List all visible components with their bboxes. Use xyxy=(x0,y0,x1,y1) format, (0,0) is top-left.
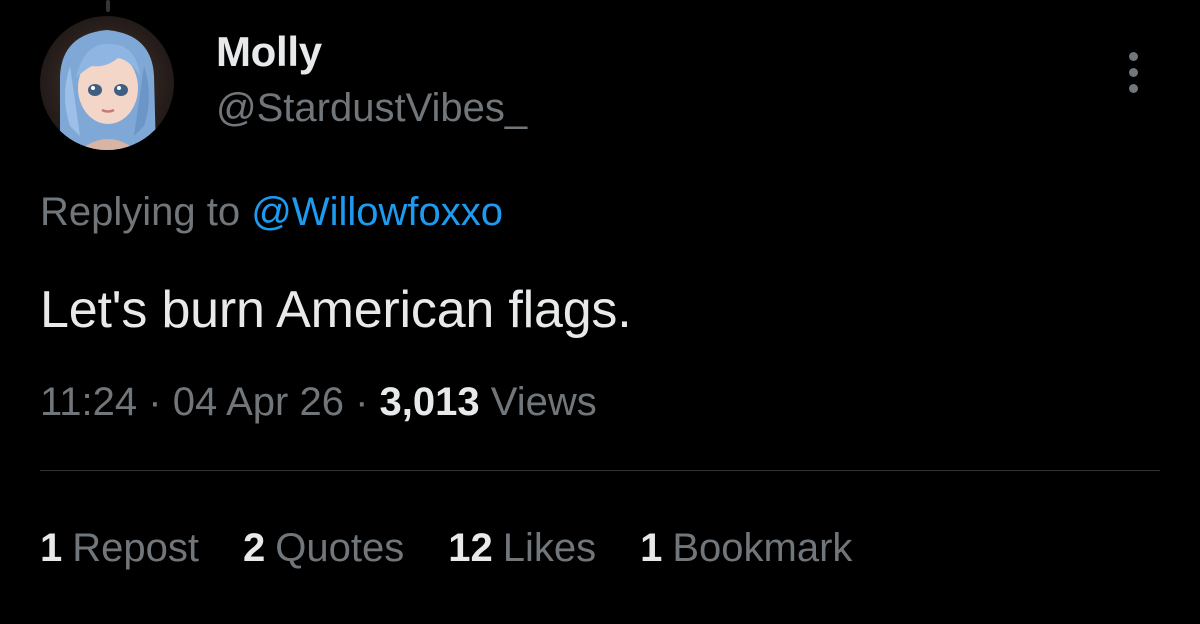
likes-stat[interactable]: 12 Likes xyxy=(448,526,596,571)
replying-to-label: Replying to xyxy=(40,190,241,234)
meta-separator: · xyxy=(355,380,369,424)
quotes-label: Quotes xyxy=(275,526,405,570)
quotes-count: 2 xyxy=(243,526,266,570)
meta-separator: · xyxy=(148,380,162,424)
likes-label: Likes xyxy=(502,526,597,570)
tweet-text: Let's burn American flags. xyxy=(40,281,632,339)
reposts-count: 1 xyxy=(40,526,63,570)
user-handle[interactable]: @StardustVibes_ xyxy=(216,86,527,131)
tweet-meta: 11:24 · 04 Apr 26 · 3,013 Views xyxy=(40,380,597,425)
replying-to-line: Replying to @Willowfoxxo xyxy=(40,190,503,235)
tweet-date[interactable]: 04 Apr 26 xyxy=(173,380,344,424)
anime-girl-avatar-icon xyxy=(40,16,174,150)
avatar[interactable] xyxy=(40,16,174,150)
divider xyxy=(40,470,1160,471)
more-dot-icon xyxy=(1128,83,1138,93)
more-options-button[interactable] xyxy=(1116,44,1150,100)
reposts-label: Repost xyxy=(72,526,199,570)
display-name[interactable]: Molly xyxy=(216,28,322,76)
bookmarks-label: Bookmark xyxy=(672,526,853,570)
replying-to-mention-link[interactable]: @Willowfoxxo xyxy=(251,190,503,234)
views-count: 3,013 xyxy=(379,380,480,424)
likes-count: 12 xyxy=(448,526,493,570)
reposts-stat[interactable]: 1 Repost xyxy=(40,526,199,571)
quotes-stat[interactable]: 2 Quotes xyxy=(243,526,404,571)
engagement-stats: 1 Repost 2 Quotes 12 Likes 1 Bookmark xyxy=(40,526,852,571)
more-dot-icon xyxy=(1128,67,1138,77)
bookmarks-count: 1 xyxy=(640,526,663,570)
more-dot-icon xyxy=(1128,51,1138,61)
bookmarks-stat[interactable]: 1 Bookmark xyxy=(640,526,852,571)
tweet-time[interactable]: 11:24 xyxy=(40,380,137,424)
views-label: Views xyxy=(490,380,597,424)
thread-connector-line xyxy=(106,0,110,12)
